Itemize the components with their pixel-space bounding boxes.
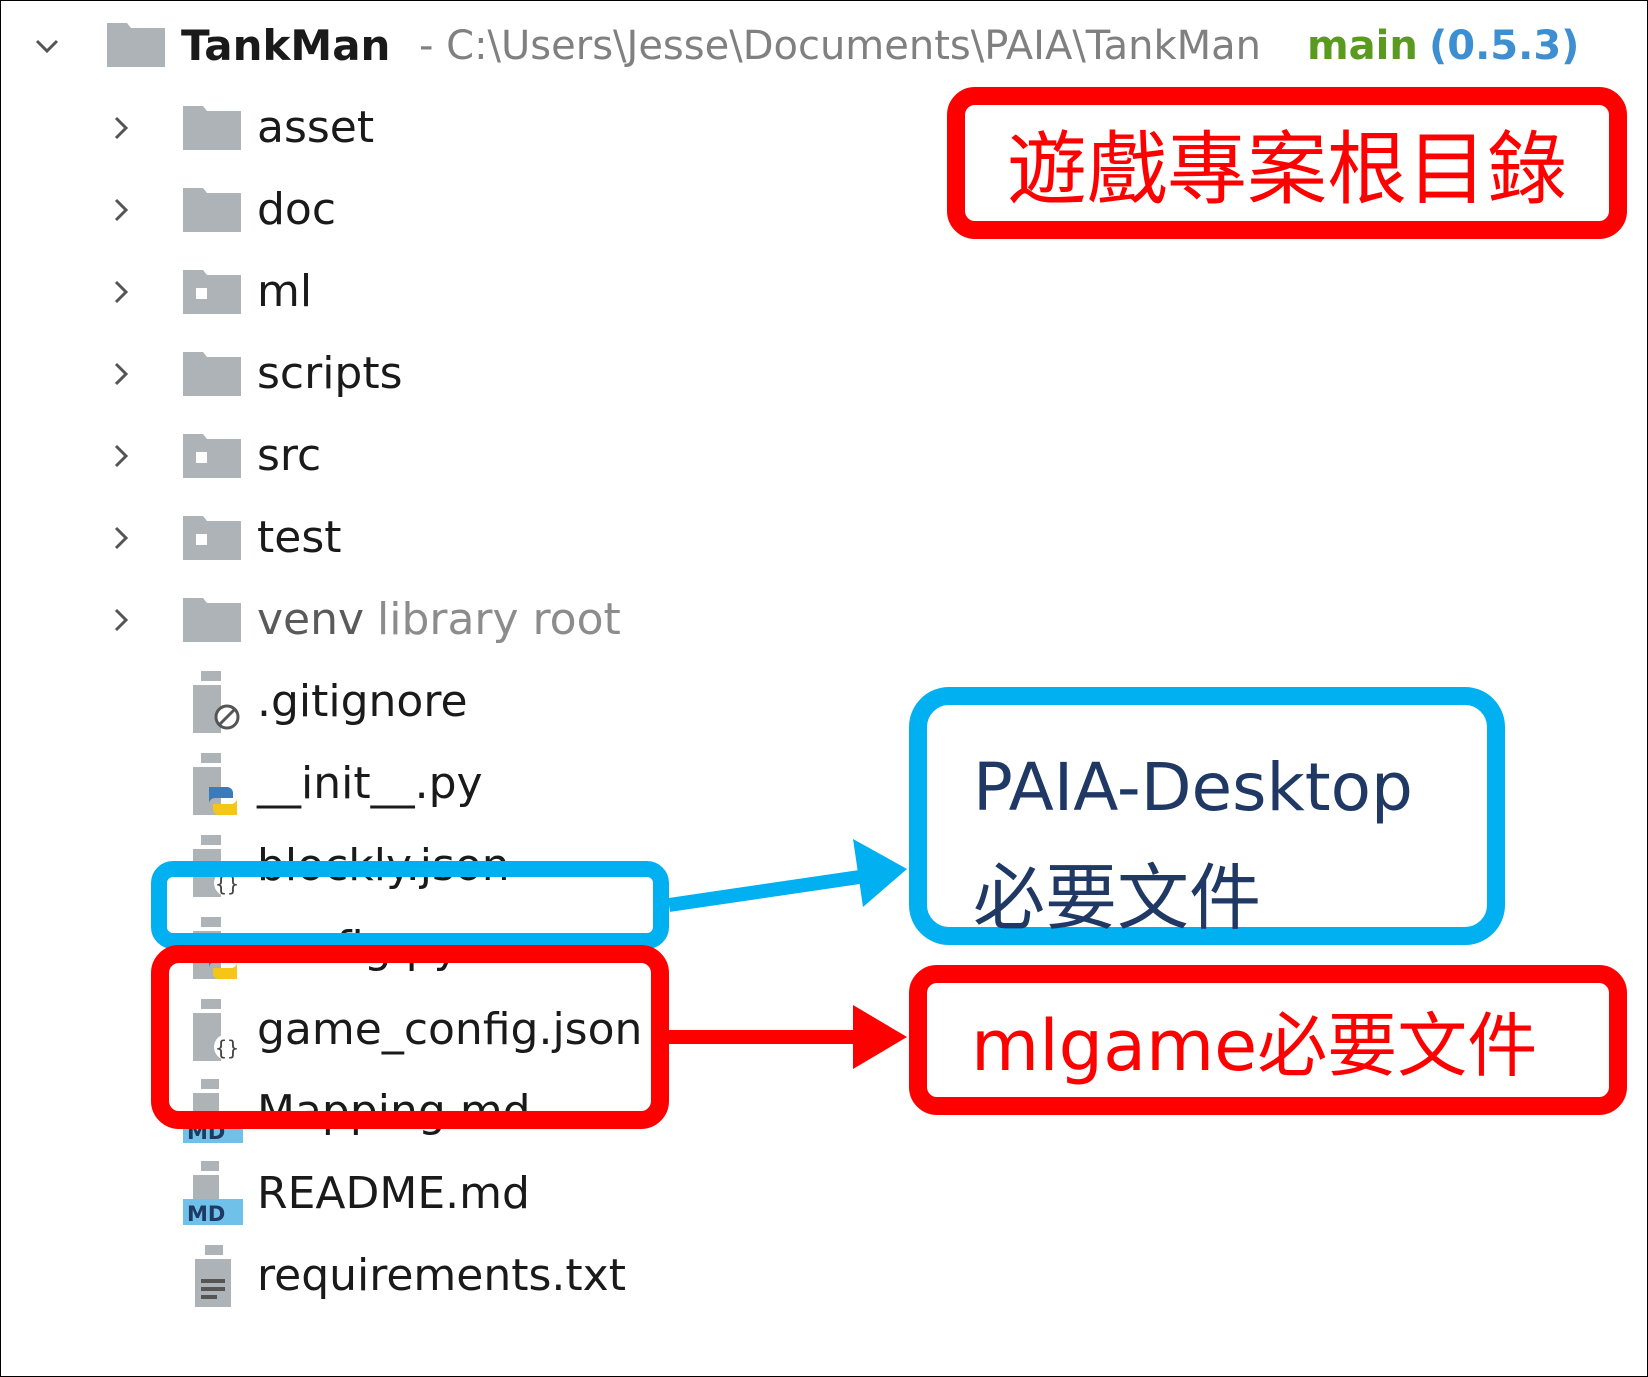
package-folder-icon <box>183 434 241 482</box>
chevron-right-icon[interactable] <box>109 362 133 386</box>
folder-icon <box>183 352 241 400</box>
project-path: - C:\Users\Jesse\Documents\PAIA\TankMan <box>419 23 1262 69</box>
folder-icon <box>183 598 241 646</box>
tree-item-requirements-txt[interactable]: requirements.txt <box>1 1233 861 1319</box>
project-name: TankMan <box>181 21 391 70</box>
chevron-right-icon[interactable] <box>109 198 133 222</box>
tree-item-gitignore[interactable]: .gitignore <box>1 659 861 745</box>
folder-icon <box>107 23 165 71</box>
tree-item-label: ml <box>257 266 313 317</box>
paia-desktop-label-line2: 必要文件 <box>973 856 1262 940</box>
ignore-file-icon <box>191 671 243 737</box>
tree-item-asset[interactable]: asset <box>1 85 861 171</box>
library-root-hint: library root <box>377 594 621 645</box>
tree-item-readme-md[interactable]: MD README.md <box>1 1151 861 1237</box>
tree-item-init-py[interactable]: __init__.py <box>1 741 861 827</box>
tree-item-test[interactable]: test <box>1 495 861 581</box>
root-directory-label: 遊戲專案根目錄 <box>1007 123 1567 216</box>
paia-desktop-label-line1: PAIA-Desktop <box>973 749 1413 826</box>
tree-item-src[interactable]: src <box>1 413 861 499</box>
project-tree-panel: TankMan - C:\Users\Jesse\Documents\PAIA\… <box>0 0 1648 1377</box>
project-version: (0.5.3) <box>1429 23 1580 69</box>
tree-item-label: README.md <box>257 1168 530 1219</box>
tree-item-ml[interactable]: ml <box>1 249 861 335</box>
chevron-right-icon[interactable] <box>109 608 133 632</box>
paia-desktop-callout: PAIA-Desktop 必要文件 <box>909 687 1505 945</box>
chevron-right-icon[interactable] <box>109 116 133 140</box>
tree-item-label: doc <box>257 184 337 235</box>
mlgame-callout: mlgame必要文件 <box>909 965 1627 1115</box>
tree-item-label: venv <box>257 594 365 645</box>
tree-item-label: test <box>257 512 342 563</box>
tree-item-doc[interactable]: doc <box>1 167 861 253</box>
chevron-right-icon[interactable] <box>109 526 133 550</box>
svg-text:MD: MD <box>187 1202 225 1225</box>
mlgame-highlight-box <box>151 945 669 1129</box>
package-folder-icon <box>183 270 241 318</box>
tree-item-label: requirements.txt <box>257 1250 626 1301</box>
tree-item-label: scripts <box>257 348 403 399</box>
tree-item-scripts[interactable]: scripts <box>1 331 861 417</box>
git-branch: main <box>1307 23 1418 69</box>
markdown-file-icon: MD <box>183 1161 245 1229</box>
tree-item-label: __init__.py <box>257 758 483 809</box>
package-folder-icon <box>183 516 241 564</box>
tree-item-label: asset <box>257 102 375 153</box>
folder-icon <box>183 106 241 154</box>
tree-item-venv[interactable]: venv library root <box>1 577 861 663</box>
paia-highlight-box <box>151 861 669 949</box>
chevron-down-icon[interactable] <box>35 34 59 58</box>
tree-root-row[interactable]: TankMan - C:\Users\Jesse\Documents\PAIA\… <box>1 3 1647 89</box>
text-file-icon <box>191 1245 243 1311</box>
tree-item-label: src <box>257 430 322 481</box>
python-file-icon <box>191 753 243 819</box>
mlgame-label: mlgame必要文件 <box>971 1004 1538 1087</box>
folder-icon <box>183 188 241 236</box>
tree-item-label: .gitignore <box>257 676 468 727</box>
chevron-right-icon[interactable] <box>109 444 133 468</box>
root-directory-callout: 遊戲專案根目錄 <box>947 87 1627 239</box>
chevron-right-icon[interactable] <box>109 280 133 304</box>
